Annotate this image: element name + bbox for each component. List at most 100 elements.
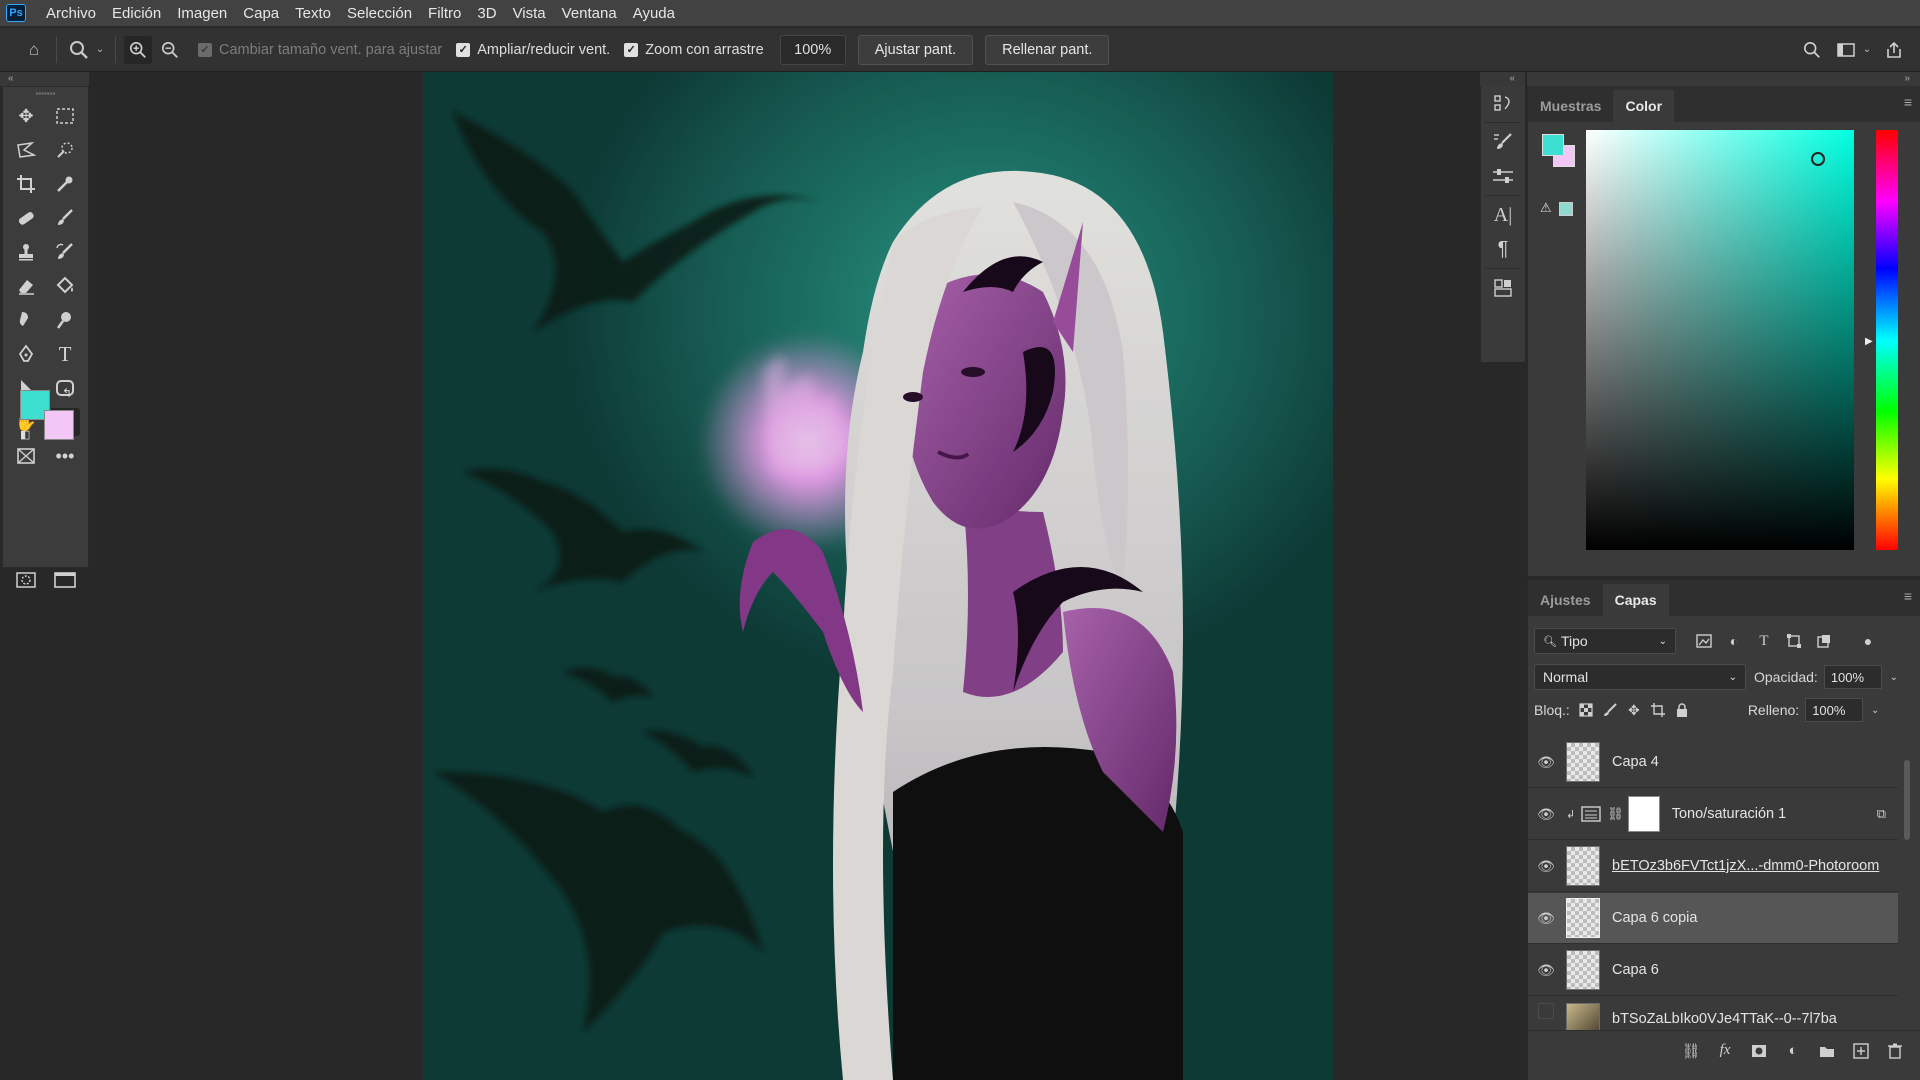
background-color-swatch[interactable] — [44, 410, 74, 440]
healing-brush-tool-icon[interactable] — [11, 204, 41, 232]
add-mask-icon[interactable] — [1747, 1039, 1771, 1063]
workspace-icon[interactable] — [1832, 36, 1860, 64]
menu-edicion[interactable]: Edición — [104, 0, 169, 27]
type-tool-icon[interactable]: T — [50, 340, 80, 368]
quick-mask-icon[interactable] — [11, 566, 41, 594]
menu-filtro[interactable]: Filtro — [420, 0, 469, 27]
smudge-tool-icon[interactable] — [11, 306, 41, 334]
canvas-area[interactable] — [89, 72, 1480, 1080]
lock-all-icon[interactable] — [1670, 698, 1694, 722]
layer-mask-thumbnail[interactable] — [1627, 796, 1660, 832]
marquee-tool-icon[interactable] — [50, 102, 80, 130]
color-panel-foreground-swatch[interactable] — [1542, 134, 1564, 156]
lock-position-icon[interactable]: ✥ — [1622, 698, 1646, 722]
filter-pixel-icon[interactable] — [1692, 629, 1716, 653]
layer-row[interactable]: 👁︎ Capa 6 — [1528, 945, 1898, 996]
layer-visibility-eye-icon[interactable]: 👁︎ — [1528, 910, 1564, 927]
hue-slider-marker[interactable]: ▶ — [1865, 336, 1873, 347]
menu-seleccion[interactable]: Selección — [339, 0, 420, 27]
panel-menu-icon[interactable]: ≡ — [1904, 94, 1912, 110]
zoom-tool-preset-icon[interactable] — [65, 36, 93, 64]
libraries-icon[interactable] — [1481, 271, 1525, 305]
blend-mode-dropdown[interactable]: Normal ⌄ — [1534, 664, 1746, 690]
frame-tool-icon[interactable] — [11, 442, 41, 470]
filter-type-icon[interactable]: T — [1752, 629, 1776, 653]
layer-filter-dropdown[interactable]: 🔍︎ Tipo ⌄ — [1534, 628, 1676, 654]
layer-row[interactable]: 👁︎ Capa 4 — [1528, 737, 1898, 788]
more-tools-icon[interactable]: ••• — [50, 442, 80, 470]
document-image[interactable] — [423, 72, 1333, 1080]
brush-settings-icon[interactable] — [1481, 125, 1525, 159]
quick-selection-tool-icon[interactable] — [50, 136, 80, 164]
tab-color[interactable]: Color — [1613, 90, 1675, 122]
lock-image-pixels-icon[interactable] — [1598, 698, 1622, 722]
layer-row[interactable]: 👁︎ Capa 6 copia — [1528, 893, 1898, 944]
lock-artboard-icon[interactable] — [1646, 698, 1670, 722]
scrubby-zoom-checkbox[interactable]: ✓ Zoom con arrastre — [624, 42, 764, 58]
swap-colors-icon[interactable]: ↰ — [62, 386, 72, 400]
eyedropper-tool-icon[interactable] — [50, 170, 80, 198]
chevron-down-icon[interactable]: ⌄ — [93, 36, 107, 64]
layer-visibility-eye-icon[interactable]: 👁︎ — [1528, 962, 1564, 979]
photoshop-logo[interactable]: Ps — [6, 4, 26, 22]
clone-stamp-tool-icon[interactable] — [11, 238, 41, 266]
brush-tool-icon[interactable] — [50, 204, 80, 232]
screen-mode-icon[interactable] — [50, 566, 80, 594]
history-brush-tool-icon[interactable] — [50, 238, 80, 266]
default-colors-icon[interactable]: ◧ — [20, 428, 30, 441]
dock-collapse-arrows[interactable]: « — [1480, 72, 1525, 86]
history-icon[interactable] — [1481, 86, 1525, 120]
layer-visibility-off-icon[interactable] — [1528, 1003, 1564, 1019]
resize-windows-checkbox[interactable]: ✓ Cambiar tamaño vent. para ajustar — [198, 42, 442, 58]
fill-input[interactable]: 100% — [1805, 698, 1864, 722]
web-safe-color-swatch[interactable] — [1559, 202, 1573, 216]
paragraph-icon[interactable]: ¶ — [1481, 232, 1525, 266]
layer-style-fx-icon[interactable]: fx — [1713, 1039, 1737, 1063]
lasso-tool-icon[interactable] — [11, 136, 41, 164]
eraser-tool-icon[interactable] — [11, 272, 41, 300]
layer-visibility-eye-icon[interactable]: 👁︎ — [1528, 806, 1564, 823]
layer-visibility-eye-icon[interactable]: 👁︎ — [1528, 858, 1564, 875]
layer-properties-icon[interactable]: ⧉ — [1877, 806, 1886, 822]
new-group-folder-icon[interactable] — [1815, 1039, 1839, 1063]
chevron-down-icon[interactable]: ⌄ — [1860, 36, 1874, 64]
menu-imagen[interactable]: Imagen — [169, 0, 235, 27]
filter-shape-icon[interactable] — [1782, 629, 1806, 653]
menu-ventana[interactable]: Ventana — [554, 0, 625, 27]
filter-adjustment-icon[interactable]: ◐ — [1722, 629, 1746, 653]
chevron-down-icon[interactable]: ⌄ — [1882, 665, 1906, 689]
chevron-down-icon[interactable]: ⌄ — [1863, 698, 1887, 722]
menu-3d[interactable]: 3D — [469, 0, 504, 27]
menu-capa[interactable]: Capa — [235, 0, 287, 27]
dodge-tool-icon[interactable] — [50, 306, 80, 334]
color-saturation-field[interactable] — [1586, 130, 1854, 550]
menu-texto[interactable]: Texto — [287, 0, 339, 27]
fill-screen-button[interactable]: Rellenar pant. — [985, 34, 1110, 65]
crop-tool-icon[interactable] — [11, 170, 41, 198]
layer-row[interactable]: 👁︎ bETOz3b6FVTct1jzX...-dmm0-Photoroom — [1528, 841, 1898, 892]
delete-layer-trash-icon[interactable] — [1883, 1039, 1907, 1063]
fit-screen-button[interactable]: Ajustar pant. — [857, 34, 974, 65]
layer-row[interactable]: 👁︎ ↲ ⛓ Tono/saturación 1 ⧉ — [1528, 789, 1898, 840]
opacity-input[interactable]: 100% — [1823, 665, 1882, 689]
layers-scrollbar[interactable] — [1902, 740, 1912, 1030]
out-of-gamut-warning-icon[interactable]: ⚠ — [1540, 200, 1552, 216]
home-icon[interactable]: ⌂ — [20, 36, 48, 64]
filter-toggle-icon[interactable]: ● — [1856, 629, 1880, 653]
zoom-percent-field[interactable]: 100% — [779, 34, 846, 65]
panel-menu-icon[interactable]: ≡ — [1904, 588, 1912, 604]
filter-smart-object-icon[interactable] — [1812, 629, 1836, 653]
tab-muestras[interactable]: Muestras — [1528, 90, 1613, 122]
share-icon[interactable] — [1880, 36, 1908, 64]
zoom-in-icon[interactable] — [124, 35, 152, 64]
lock-transparent-pixels-icon[interactable] — [1574, 698, 1598, 722]
menu-vista[interactable]: Vista — [505, 0, 554, 27]
adjustment-sliders-icon[interactable] — [1481, 159, 1525, 193]
scrollbar-thumb[interactable] — [1904, 760, 1910, 840]
search-icon[interactable] — [1798, 36, 1826, 64]
tools-collapse-arrows[interactable]: « — [0, 72, 89, 86]
new-layer-icon[interactable] — [1849, 1039, 1873, 1063]
new-adjustment-layer-icon[interactable]: ◐ — [1781, 1039, 1805, 1063]
zoom-out-icon[interactable] — [156, 36, 184, 64]
color-picker-marker[interactable] — [1811, 152, 1825, 166]
